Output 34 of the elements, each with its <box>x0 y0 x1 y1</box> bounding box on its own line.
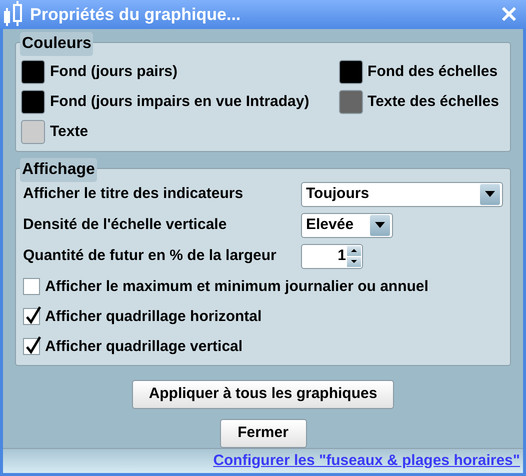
color-label: Fond (jours pairs) <box>50 62 178 82</box>
field-label: Densité de l'échelle verticale <box>23 215 228 236</box>
number-field[interactable]: 1 <box>301 244 363 269</box>
caret-icon <box>375 222 385 228</box>
field-label: Afficher le titre des indicateurs <box>23 184 244 204</box>
color-label: Texte des échelles <box>368 92 499 112</box>
color-label: Texte <box>50 122 88 142</box>
color-swatch[interactable] <box>338 90 363 114</box>
dropdown[interactable]: Elevée <box>301 212 393 238</box>
color-label: Fond des échelles <box>368 62 498 82</box>
checkbox[interactable] <box>23 278 40 296</box>
caret-icon <box>485 191 495 198</box>
checkbox[interactable] <box>23 308 40 326</box>
color-swatch[interactable] <box>21 90 45 114</box>
dropdown[interactable]: Toujours <box>301 182 503 207</box>
spin-down-button[interactable] <box>347 256 361 267</box>
field-label: Quantité de futur en % de la largeur <box>23 246 278 266</box>
color-label: Fond (jours impairs en vue Intraday) <box>50 92 310 112</box>
checkbox-label: Afficher quadrillage horizontal <box>45 306 262 327</box>
window-title: Propriétés du graphique... <box>30 4 242 26</box>
color-swatch[interactable] <box>21 60 45 84</box>
section-title: Affichage <box>20 158 97 182</box>
close-icon[interactable] <box>501 6 517 22</box>
checkbox-label: Afficher quadrillage vertical <box>45 336 243 357</box>
spin-up-button[interactable] <box>347 246 361 256</box>
down-arrow-icon <box>351 260 357 264</box>
action-button[interactable]: Appliquer à tous les graphiques <box>132 380 394 409</box>
color-swatch[interactable] <box>21 120 45 144</box>
up-arrow-icon <box>351 249 357 252</box>
section-title: Couleurs <box>20 32 94 56</box>
color-swatch[interactable] <box>338 60 363 84</box>
checkbox[interactable] <box>23 338 40 356</box>
action-button[interactable]: Fermer <box>220 418 306 448</box>
checkbox-label: Afficher le maximum et minimum journalier ou annuel <box>45 276 428 297</box>
